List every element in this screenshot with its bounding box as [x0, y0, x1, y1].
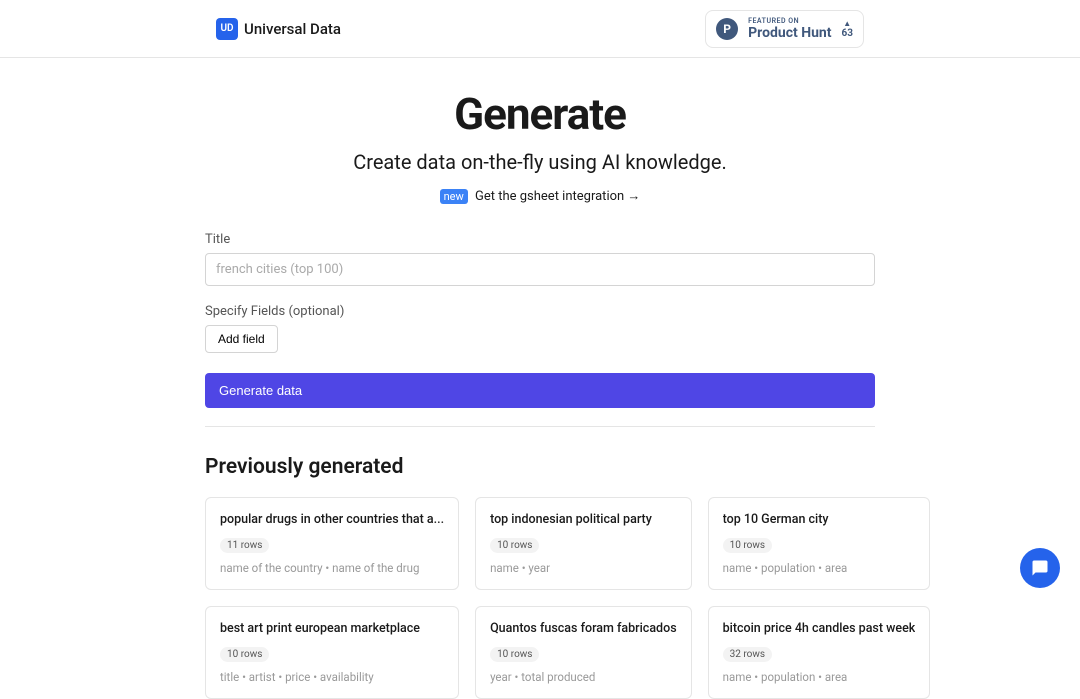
card-title: top indonesian political party — [490, 512, 677, 527]
card-row-count: 32 rows — [723, 647, 772, 662]
gsheet-link[interactable]: Get the gsheet integration → — [475, 189, 640, 204]
ph-featured-label: FEATURED ON — [748, 17, 831, 25]
card-title: best art print european marketplace — [220, 621, 444, 636]
ph-name: Product Hunt — [748, 25, 831, 41]
app-name: Universal Data — [244, 20, 341, 38]
chat-button[interactable] — [1020, 548, 1060, 588]
add-field-button[interactable]: Add field — [205, 325, 278, 353]
logo-icon: UD — [216, 18, 238, 40]
card-fields: name • population • area — [723, 670, 916, 684]
generate-button[interactable]: Generate data — [205, 373, 875, 408]
card-fields: title • artist • price • availability — [220, 670, 444, 684]
card-title: top 10 German city — [723, 512, 916, 527]
generated-card[interactable]: bitcoin price 4h candles past week 32 row… — [708, 606, 931, 699]
card-row-count: 10 rows — [490, 538, 539, 553]
title-input[interactable] — [205, 253, 875, 286]
section-divider — [205, 426, 875, 427]
generated-card[interactable]: best art print european marketplace 10 ro… — [205, 606, 459, 699]
card-title: Quantos fuscas foram fabricados — [490, 621, 677, 636]
card-fields: year • total produced — [490, 670, 677, 684]
page-subtitle: Create data on-the-fly using AI knowledg… — [205, 150, 875, 174]
new-badge: new — [440, 189, 468, 204]
generated-card[interactable]: top 10 German city 10 rows name • populati… — [708, 497, 931, 590]
fields-label: Specify Fields (optional) — [205, 304, 875, 319]
card-row-count: 10 rows — [490, 647, 539, 662]
chat-icon — [1031, 559, 1049, 577]
upvote-icon: ▲ — [843, 19, 851, 28]
card-row-count: 10 rows — [220, 647, 269, 662]
generated-card[interactable]: Quantos fuscas foram fabricados 10 rows ye… — [475, 606, 692, 699]
card-title: bitcoin price 4h candles past week — [723, 621, 916, 636]
card-title: popular drugs in other countries that a.… — [220, 512, 444, 527]
card-fields: name • year — [490, 561, 677, 575]
app-logo[interactable]: UD Universal Data — [216, 18, 341, 40]
generated-card[interactable]: popular drugs in other countries that a.… — [205, 497, 459, 590]
card-fields: name of the country • name of the drug — [220, 561, 444, 575]
title-field-label: Title — [205, 232, 875, 247]
previously-generated-heading: Previously generated — [205, 455, 875, 479]
ph-vote-count: 63 — [842, 28, 853, 39]
card-row-count: 11 rows — [220, 538, 269, 553]
page-title: Generate — [205, 88, 875, 140]
product-hunt-icon: P — [716, 18, 738, 40]
generated-card[interactable]: top indonesian political party 10 rows nam… — [475, 497, 692, 590]
card-fields: name • population • area — [723, 561, 916, 575]
product-hunt-badge[interactable]: P FEATURED ON Product Hunt ▲ 63 — [705, 10, 864, 48]
card-row-count: 10 rows — [723, 538, 772, 553]
